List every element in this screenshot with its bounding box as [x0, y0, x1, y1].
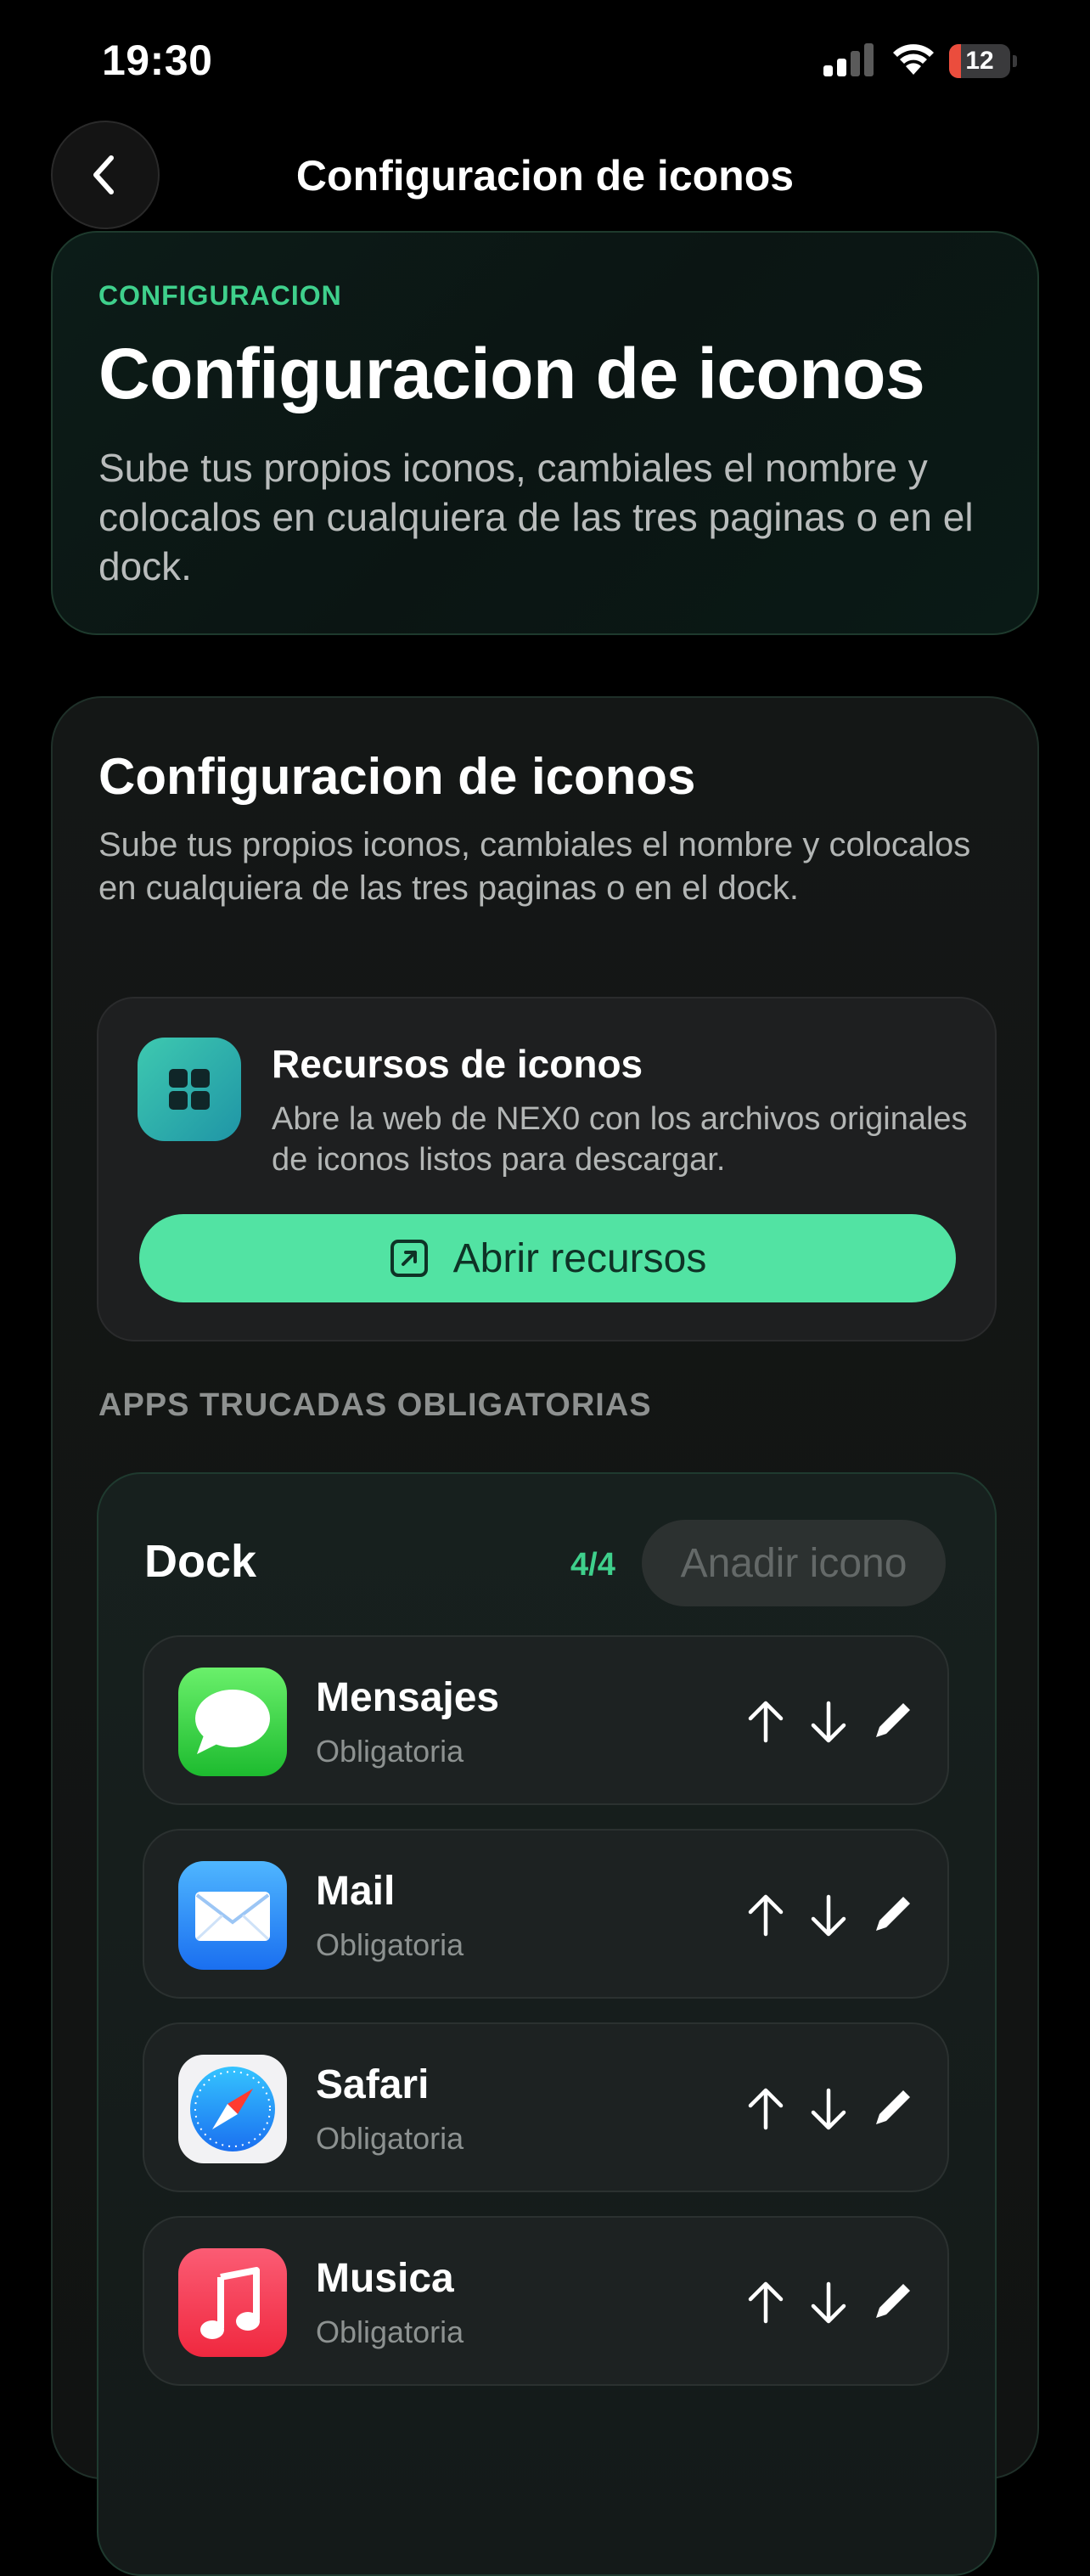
- safari-icon: [178, 2055, 287, 2163]
- app-status: Obligatoria: [316, 2314, 464, 2349]
- icon-settings-card: Configuracion de iconos Sube tus propios…: [51, 696, 1039, 2576]
- battery-indicator: 12: [949, 44, 1017, 78]
- app-row-musica[interactable]: Musica Obligatoria: [143, 2216, 949, 2386]
- move-up-icon[interactable]: [740, 1890, 791, 1941]
- cellular-signal-icon: [823, 43, 874, 76]
- hero-eyebrow: CONFIGURACION: [98, 280, 342, 311]
- app-row-safari[interactable]: Safari Obligatoria: [143, 2022, 949, 2192]
- resources-description: Abre la web de NEX0 con los archivos ori…: [272, 1101, 968, 1178]
- hero-description: Sube tus propios iconos, cambiales el no…: [98, 446, 974, 588]
- open-resources-button[interactable]: Abrir recursos: [139, 1214, 956, 1302]
- card-title: Configuracion de iconos: [98, 748, 696, 805]
- app-name: Safari: [316, 2062, 430, 2107]
- card-description: Sube tus propios iconos, cambiales el no…: [98, 826, 971, 907]
- move-up-icon[interactable]: [740, 1696, 791, 1747]
- app-status: Obligatoria: [316, 1927, 464, 1962]
- dock-title: Dock: [144, 1536, 257, 1587]
- battery-level: 12: [965, 47, 994, 75]
- dock-panel: Dock 4/4 Anadir icono Mensajes Obligator…: [97, 1472, 997, 2576]
- app-name: Musica: [316, 2256, 454, 2301]
- app-row-mensajes[interactable]: Mensajes Obligatoria: [143, 1635, 949, 1805]
- move-down-icon[interactable]: [803, 1890, 854, 1941]
- edit-pencil-icon[interactable]: [866, 2084, 917, 2134]
- grid-icon: [138, 1038, 241, 1141]
- move-up-icon[interactable]: [740, 2084, 791, 2134]
- mail-icon: [178, 1861, 287, 1970]
- wifi-icon: [893, 44, 934, 75]
- dock-count: 4/4: [570, 1547, 615, 1583]
- move-down-icon[interactable]: [803, 2084, 854, 2134]
- messages-icon: [178, 1668, 287, 1776]
- app-status: Obligatoria: [316, 1734, 464, 1769]
- status-time: 19:30: [102, 37, 213, 84]
- music-icon: [178, 2248, 287, 2357]
- app-name: Mail: [316, 1869, 396, 1914]
- hero-title: Configuracion de iconos: [98, 334, 925, 413]
- move-up-icon[interactable]: [740, 2277, 791, 2328]
- external-link-icon: [390, 1240, 428, 1277]
- app-row-mail[interactable]: Mail Obligatoria: [143, 1829, 949, 1999]
- hero-card: CONFIGURACION Configuracion de iconos Su…: [51, 231, 1039, 635]
- open-resources-label: Abrir recursos: [452, 1235, 707, 1281]
- move-down-icon[interactable]: [803, 1696, 854, 1747]
- add-icon-button[interactable]: Anadir icono: [642, 1520, 946, 1606]
- app-status: Obligatoria: [316, 2121, 464, 2156]
- section-label: APPS TRUCADAS OBLIGATORIAS: [98, 1387, 652, 1423]
- resources-panel: Recursos de iconos Abre la web de NEX0 c…: [97, 997, 997, 1341]
- nav-title: Configuracion de iconos: [295, 152, 795, 200]
- edit-pencil-icon[interactable]: [866, 1890, 917, 1941]
- app-name: Mensajes: [316, 1675, 500, 1720]
- move-down-icon[interactable]: [803, 2277, 854, 2328]
- resources-title: Recursos de iconos: [272, 1042, 643, 1086]
- edit-pencil-icon[interactable]: [866, 2277, 917, 2328]
- edit-pencil-icon[interactable]: [866, 1696, 917, 1747]
